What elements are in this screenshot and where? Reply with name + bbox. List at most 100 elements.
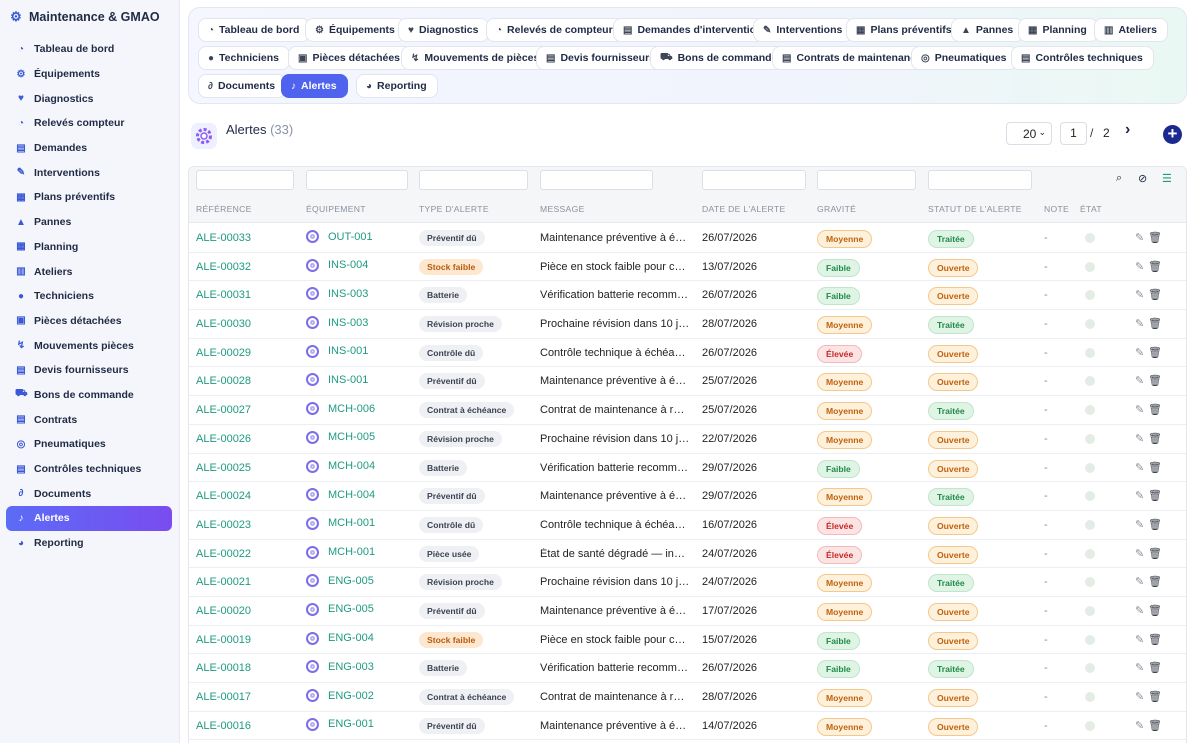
alert-reference-link[interactable]: ALE-00030	[196, 318, 251, 330]
column-header[interactable]: Date de l'alerte	[702, 204, 786, 214]
alert-reference-link[interactable]: ALE-00029	[196, 347, 251, 359]
equipment-link[interactable]: INS-001	[306, 373, 368, 387]
alert-reference-link[interactable]: ALE-00018	[196, 662, 251, 674]
alert-reference-link[interactable]: ALE-00025	[196, 462, 251, 474]
sidebar-item-planning[interactable]: ▦ Planning	[6, 235, 172, 260]
add-alert-button[interactable]: +	[1163, 125, 1182, 144]
app-brand[interactable]: ⚙ Maintenance & GMAO	[0, 0, 179, 34]
table-row[interactable]: ALE-00019 ENG-004 Stock faible Pièce en sto…	[189, 626, 1186, 655]
edit-icon[interactable]: ✎	[1135, 403, 1144, 416]
filter-equipment-input[interactable]	[306, 170, 408, 190]
trash-icon[interactable]: 🗑	[1148, 374, 1162, 387]
edit-icon[interactable]: ✎	[1135, 346, 1144, 359]
sidebar-item-controles-techniques[interactable]: ▤ Contrôles techniques	[6, 457, 172, 482]
table-row[interactable]: ALE-00031 INS-003 Batterie Vérification bat…	[189, 281, 1186, 311]
equipment-link[interactable]: MCH-001	[306, 516, 375, 530]
table-row[interactable]: ALE-00027 MCH-006 Contrat à échéance Contra…	[189, 396, 1186, 425]
sidebar-item-contrats[interactable]: ▤ Contrats	[6, 407, 172, 432]
sidebar-item-devis-fournisseurs[interactable]: ▤ Devis fournisseurs	[6, 358, 172, 383]
table-row[interactable]: ALE-00022 MCH-001 Pièce usée État de santé …	[189, 540, 1186, 569]
equipment-link[interactable]: ENG-001	[306, 717, 374, 731]
table-row[interactable]: ALE-00029 INS-001 Contrôle dû Contrôle tech…	[189, 339, 1186, 368]
tab-demandes-d-intervention[interactable]: ▤ Demandes d'intervention	[613, 18, 774, 42]
equipment-link[interactable]: ENG-003	[306, 660, 374, 674]
edit-icon[interactable]: ✎	[1135, 604, 1144, 617]
filter-date-input[interactable]	[702, 170, 806, 190]
alert-reference-link[interactable]: ALE-00024	[196, 490, 251, 502]
tab-techniciens[interactable]: ● Techniciens	[198, 46, 290, 70]
edit-icon[interactable]: ✎	[1135, 288, 1144, 301]
trash-icon[interactable]: 🗑	[1148, 604, 1162, 617]
tab-releves-de-compteur[interactable]: ◔ Relevés de compteur	[486, 18, 624, 42]
table-row[interactable]: ALE-00028 INS-001 Préventif dû Maintenance …	[189, 367, 1186, 397]
sidebar-item-ateliers[interactable]: ▥ Ateliers	[6, 259, 172, 284]
equipment-link[interactable]: INS-003	[306, 316, 368, 330]
next-page-icon[interactable]: ›	[1125, 121, 1130, 139]
trash-icon[interactable]: 🗑	[1148, 317, 1162, 330]
edit-icon[interactable]: ✎	[1135, 547, 1144, 560]
column-header[interactable]: Message	[540, 204, 585, 214]
alert-reference-link[interactable]: ALE-00028	[196, 375, 251, 387]
alert-reference-link[interactable]: ALE-00027	[196, 404, 251, 416]
tab-plans-preventifs[interactable]: ▦ Plans préventifs	[846, 18, 963, 42]
edit-icon[interactable]: ✎	[1135, 260, 1144, 273]
clear-filter-icon[interactable]: ⊘	[1138, 172, 1147, 185]
filter-status-input[interactable]	[928, 170, 1032, 190]
trash-icon[interactable]: 🗑	[1148, 260, 1162, 273]
column-header[interactable]: État	[1080, 204, 1102, 214]
equipment-link[interactable]: MCH-004	[306, 459, 375, 473]
sidebar-item-interventions[interactable]: ✎ Interventions	[6, 160, 172, 185]
edit-icon[interactable]: ✎	[1135, 489, 1144, 502]
alert-reference-link[interactable]: ALE-00031	[196, 289, 251, 301]
edit-icon[interactable]: ✎	[1135, 575, 1144, 588]
tab-reporting[interactable]: ◕ Reporting	[356, 74, 438, 98]
equipment-link[interactable]: ENG-004	[306, 631, 374, 645]
column-header[interactable]: Gravité	[817, 204, 856, 214]
column-header[interactable]: Équipement	[306, 204, 366, 214]
table-row[interactable]: ALE-00033 OUT-001 Préventif dû Maintenance …	[189, 224, 1186, 253]
alert-reference-link[interactable]: ALE-00019	[196, 634, 251, 646]
table-row[interactable]: ALE-00023 MCH-001 Contrôle dû Contrôle tech…	[189, 511, 1186, 540]
table-row[interactable]: ALE-00026 MCH-005 Révision proche Prochaine…	[189, 425, 1186, 454]
table-row[interactable]: ALE-00018 ENG-003 Batterie Vérification bat…	[189, 654, 1186, 683]
tab-diagnostics[interactable]: ♥ Diagnostics	[398, 18, 490, 42]
edit-icon[interactable]: ✎	[1135, 661, 1144, 674]
tab-contrats-de-maintenance[interactable]: ▤ Contrats de maintenance	[772, 46, 933, 70]
alert-reference-link[interactable]: ALE-00023	[196, 519, 251, 531]
trash-icon[interactable]: 🗑	[1148, 489, 1162, 502]
table-row[interactable]: ALE-00016 ENG-001 Préventif dû Maintenance …	[189, 712, 1186, 741]
sidebar-item-pannes[interactable]: ▲ Pannes	[6, 210, 172, 235]
trash-icon[interactable]: 🗑	[1148, 432, 1162, 445]
equipment-link[interactable]: ENG-002	[306, 689, 374, 702]
equipment-link[interactable]: MCH-004	[306, 488, 375, 502]
sidebar-item-equipements[interactable]: ⚙ Équipements	[6, 62, 172, 87]
alert-reference-link[interactable]: ALE-00016	[196, 720, 251, 732]
tab-pneumatiques[interactable]: ◎ Pneumatiques	[911, 46, 1018, 70]
sidebar-item-demandes[interactable]: ▤ Demandes	[6, 136, 172, 161]
tab-alertes[interactable]: ♪ Alertes	[281, 74, 348, 98]
filter-message-input[interactable]	[540, 170, 653, 190]
edit-icon[interactable]: ✎	[1135, 374, 1144, 387]
tab-interventions[interactable]: ✎ Interventions	[753, 18, 854, 42]
trash-icon[interactable]: 🗑	[1148, 518, 1162, 531]
sidebar-item-plans-preventifs[interactable]: ▦ Plans préventifs	[6, 185, 172, 210]
sidebar-item-mouvements-pieces[interactable]: ↯ Mouvements pièces	[6, 333, 172, 358]
per-page-select[interactable]: 20 ⌄	[1006, 122, 1052, 145]
tab-planning[interactable]: ▦ Planning	[1018, 18, 1098, 42]
trash-icon[interactable]: 🗑	[1148, 346, 1162, 359]
tab-controles-techniques[interactable]: ▤ Contrôles techniques	[1011, 46, 1154, 70]
alert-reference-link[interactable]: ALE-00033	[196, 232, 251, 244]
alert-reference-link[interactable]: ALE-00026	[196, 433, 251, 445]
equipment-link[interactable]: MCH-005	[306, 430, 375, 444]
alert-reference-link[interactable]: ALE-00032	[196, 261, 251, 273]
edit-icon[interactable]: ✎	[1135, 317, 1144, 330]
sidebar-item-releves-compteur[interactable]: ◔ Relevés compteur	[6, 111, 172, 136]
trash-icon[interactable]: 🗑	[1148, 690, 1162, 703]
sidebar-item-reporting[interactable]: ◕ Reporting	[6, 531, 172, 556]
tab-ateliers[interactable]: ▥ Ateliers	[1094, 18, 1168, 42]
column-header[interactable]: Statut de l'alerte	[928, 204, 1022, 214]
tab-bons-de-commande[interactable]: ⛟ Bons de commande	[650, 46, 789, 70]
trash-icon[interactable]: 🗑	[1148, 461, 1162, 474]
table-row[interactable]: ALE-00020 ENG-005 Préventif dû Maintenance …	[189, 597, 1186, 626]
page-number-input[interactable]: 1	[1060, 122, 1087, 145]
